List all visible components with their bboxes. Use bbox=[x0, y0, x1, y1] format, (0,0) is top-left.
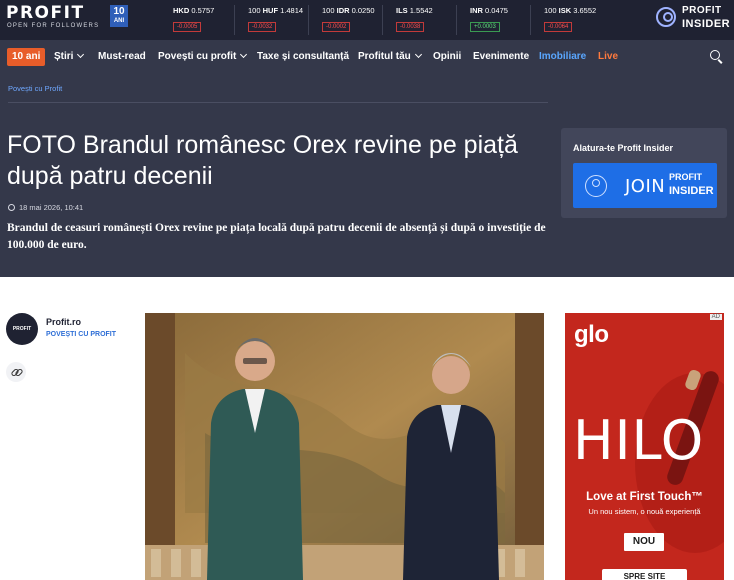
profit-logo[interactable]: PROFIT OPEN FOR FOLLOWERS 10 ANI bbox=[6, 4, 130, 36]
author-section[interactable]: POVEȘTI CU PROFIT bbox=[46, 331, 116, 338]
ticker-rate: 0.5757 bbox=[191, 6, 215, 15]
article-lead: Brandul de ceasuri românești Orex revine… bbox=[7, 222, 546, 251]
photo-illustration bbox=[145, 313, 544, 580]
ticker-rate: 1.4814 bbox=[280, 6, 304, 15]
ticker-change: -0.0005 bbox=[173, 22, 202, 32]
nav-item-profitul-tau[interactable]: Profitul tău bbox=[358, 50, 422, 64]
ad-new-badge: NOU bbox=[624, 533, 664, 551]
logo-word: PROFIT bbox=[6, 3, 85, 23]
join-insider-box: Alatura-te Profit Insider JOIN PROFIT IN… bbox=[561, 128, 727, 218]
ticker-rate: 1.5542 bbox=[409, 6, 433, 15]
logo-tagline: OPEN FOR FOLLOWERS bbox=[7, 23, 100, 29]
ticker-amount: 100 bbox=[322, 6, 335, 15]
ad-headline: Love at First Touch™ bbox=[586, 491, 703, 503]
page-title: FOTO Brandul românesc Orex revine pe pia… bbox=[7, 131, 518, 190]
chevron-down-icon bbox=[77, 50, 85, 59]
nav-item-opinii[interactable]: Opinii bbox=[433, 50, 461, 64]
nav-item-label: Profitul tău bbox=[358, 51, 411, 62]
nav-item-imobiliare[interactable]: Imobiliare bbox=[539, 50, 586, 64]
ticker-ils[interactable]: ILS 1.5542 -0.0038 bbox=[382, 5, 456, 35]
author-name[interactable]: Profit.ro bbox=[46, 317, 81, 327]
ad-subline: Un nou sistem, o nouă experiență bbox=[588, 507, 701, 516]
anniversary-number: 10 bbox=[113, 6, 125, 17]
ticker-rate: 0.0475 bbox=[485, 6, 508, 15]
ticker-isk[interactable]: 100 ISK 3.6552 -0.0064 bbox=[530, 5, 604, 35]
ticker-code: HUF bbox=[262, 6, 279, 15]
ticker-code: ILS bbox=[396, 6, 408, 15]
ticker-change: -0.0064 bbox=[544, 22, 573, 32]
chevron-down-icon bbox=[414, 50, 422, 59]
ticker-change: +0.0003 bbox=[470, 22, 500, 32]
ticker-inr[interactable]: INR 0.0475 +0.0003 bbox=[456, 5, 530, 35]
join-word: JOIN bbox=[625, 176, 666, 197]
copy-link-icon[interactable] bbox=[6, 362, 26, 382]
avatar[interactable]: PROFIT bbox=[6, 313, 38, 345]
profit-insider-logo[interactable]: PROFIT INSIDER bbox=[656, 5, 730, 35]
ticker-change: -0.0032 bbox=[248, 22, 277, 32]
ad-brand: glo bbox=[574, 321, 609, 348]
main-nav: 10 ani Știri Must-read Povești cu profit… bbox=[0, 40, 734, 74]
article-header: Povești cu Profit FOTO Brandul românesc … bbox=[0, 74, 734, 277]
nav-anniversary-badge[interactable]: 10 ani bbox=[7, 48, 46, 66]
anniversary-badge: 10 ANI bbox=[110, 5, 128, 27]
ticker-idr[interactable]: 100 IDR 0.0250 -0.0002 bbox=[308, 5, 382, 35]
article-date: 18 mai 2026, 10:41 bbox=[8, 203, 83, 212]
ad-tag: AD bbox=[709, 314, 722, 320]
ticker-change: -0.0038 bbox=[396, 22, 425, 32]
join-brand-line1: PROFIT bbox=[669, 172, 702, 182]
nav-item-povesti[interactable]: Povești cu profit bbox=[158, 50, 248, 64]
advertisement[interactable]: AD glo HILO Love at First Touch™ Un nou … bbox=[565, 313, 724, 580]
nav-item-live[interactable]: Live bbox=[598, 50, 618, 64]
join-insider-button[interactable]: JOIN PROFIT INSIDER bbox=[573, 163, 717, 208]
ticker-rate: 0.0250 bbox=[351, 6, 375, 15]
nav-item-stiri[interactable]: Știri bbox=[54, 50, 85, 64]
search-icon[interactable] bbox=[710, 50, 723, 63]
top-bar: PROFIT OPEN FOR FOLLOWERS 10 ANI HKD 0.5… bbox=[0, 0, 734, 40]
ticker-huf[interactable]: 100 HUF 1.4814 -0.0032 bbox=[234, 5, 308, 35]
nav-item-must-read[interactable]: Must-read bbox=[98, 50, 146, 64]
user-icon bbox=[585, 175, 607, 197]
article-photo bbox=[145, 313, 544, 580]
nav-item-label: Știri bbox=[54, 51, 74, 62]
insider-line2: INSIDER bbox=[682, 18, 731, 30]
ticker-code: INR bbox=[470, 6, 483, 15]
ticker-amount: 100 bbox=[248, 6, 261, 15]
currency-tickers: HKD 0.5757 -0.0005 100 HUF 1.4814 -0.003… bbox=[160, 5, 604, 35]
ticker-hkd[interactable]: HKD 0.5757 -0.0005 bbox=[160, 5, 234, 35]
breadcrumb[interactable]: Povești cu Profit bbox=[8, 84, 62, 93]
chevron-down-icon bbox=[240, 50, 248, 59]
nav-item-taxe[interactable]: Taxe și consultanță bbox=[257, 50, 349, 64]
user-icon bbox=[656, 7, 676, 27]
nav-item-label: Povești cu profit bbox=[158, 51, 237, 62]
ticker-code: HKD bbox=[173, 6, 190, 15]
date-text: 18 mai 2026, 10:41 bbox=[19, 203, 84, 212]
ticker-code: IDR bbox=[336, 6, 350, 15]
ticker-code: ISK bbox=[558, 6, 572, 15]
ad-cta-button[interactable]: SPRE SITE bbox=[602, 569, 687, 580]
clock-icon bbox=[8, 204, 15, 211]
anniversary-word: ANI bbox=[113, 18, 125, 24]
ticker-change: -0.0002 bbox=[322, 22, 351, 32]
insider-line1: PROFIT bbox=[682, 5, 722, 16]
nav-item-evenimente[interactable]: Evenimente bbox=[473, 50, 529, 64]
join-box-title: Alatura-te Profit Insider bbox=[573, 143, 674, 153]
join-brand-line2: INSIDER bbox=[669, 185, 714, 197]
ad-product: HILO bbox=[573, 409, 705, 472]
ticker-amount: 100 bbox=[544, 6, 557, 15]
divider bbox=[8, 102, 548, 103]
ticker-rate: 3.6552 bbox=[573, 6, 597, 15]
